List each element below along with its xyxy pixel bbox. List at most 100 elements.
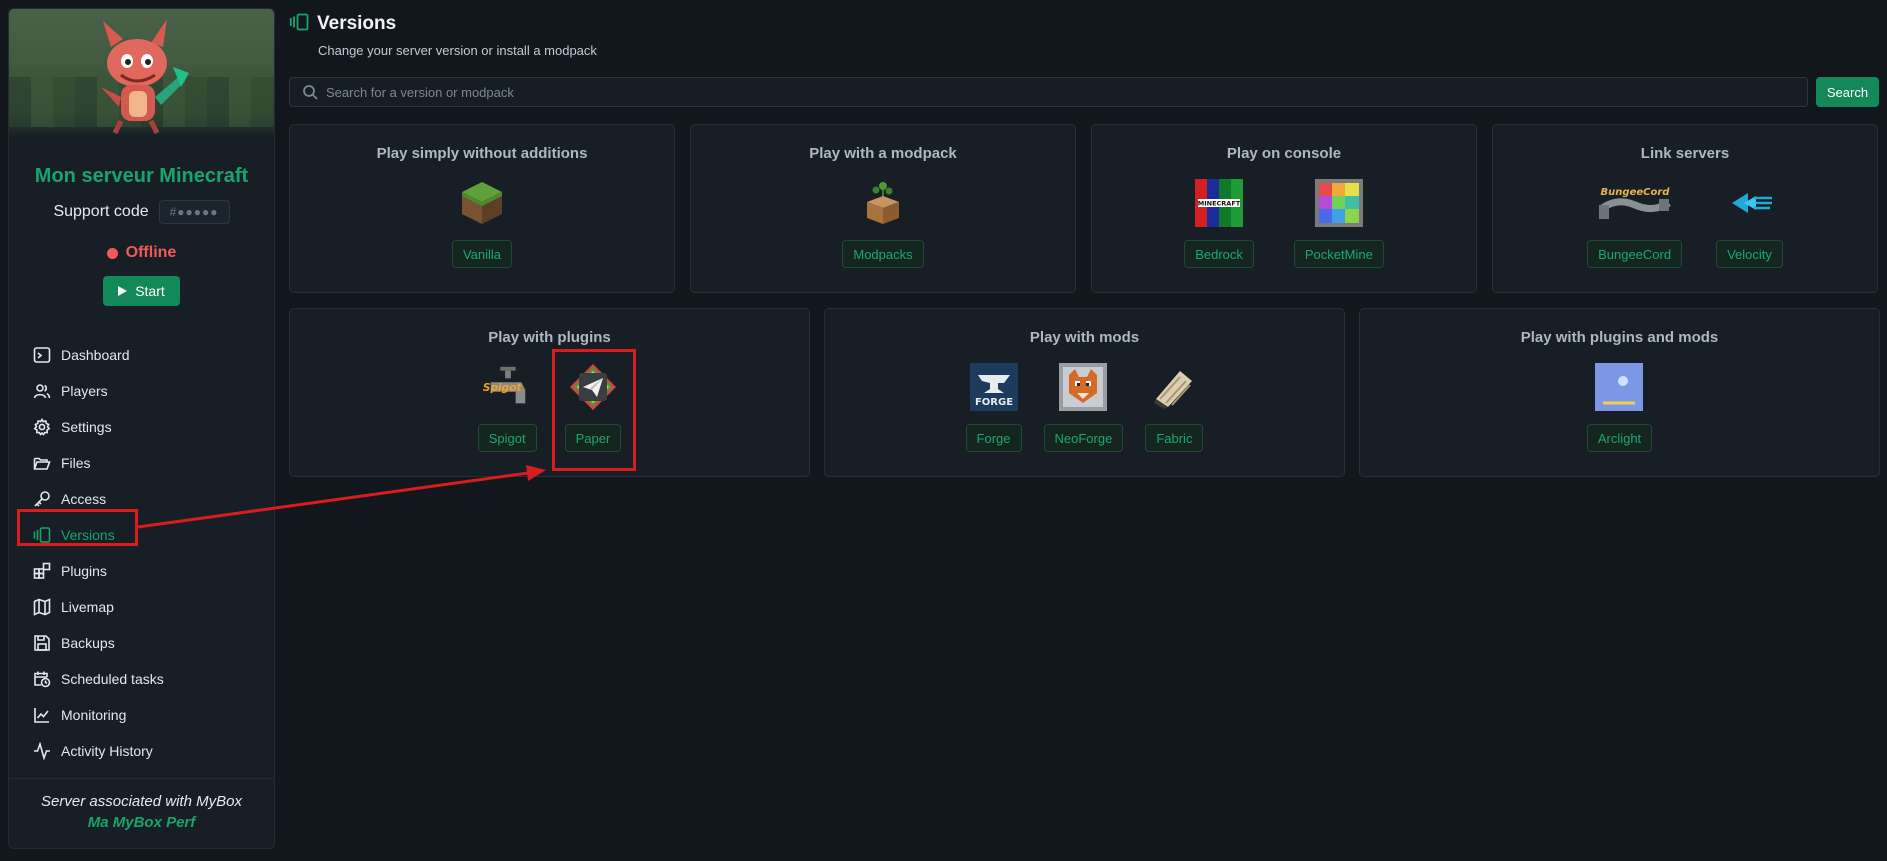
sidebar-item-versions[interactable]: Versions xyxy=(9,517,274,553)
card-title: Play with mods xyxy=(1029,329,1140,346)
option-label: Paper xyxy=(564,424,622,452)
support-code-row: Support code #●●●●● xyxy=(9,200,274,224)
card-vanilla: Play simply without additions Vanilla xyxy=(289,124,675,293)
card-plugins-and-mods: Play with plugins and mods Arclight xyxy=(1359,308,1880,477)
mybox-association-text: Server associated with MyBox xyxy=(41,793,242,810)
search-field[interactable] xyxy=(289,77,1808,107)
sidebar-item-dashboard[interactable]: Dashboard xyxy=(9,337,274,373)
sidebar-item-label: Versions xyxy=(61,527,115,543)
sidebar-item-settings[interactable]: Settings xyxy=(9,409,274,445)
mybox-link[interactable]: Ma MyBox Perf xyxy=(9,814,274,831)
terminal-icon xyxy=(33,346,51,364)
option-label: Modpacks xyxy=(842,240,924,268)
option-label: Arclight xyxy=(1586,424,1653,452)
option-label: Spigot xyxy=(477,424,537,452)
option-pocketmine[interactable]: PocketMine xyxy=(1293,179,1384,268)
spigot-logo-icon: Spigot xyxy=(483,363,531,411)
arclight-logo-icon xyxy=(1595,363,1644,411)
status-dot-icon xyxy=(106,247,118,259)
card-console: Play on console MINECRAFT Bedrock Pocket… xyxy=(1091,124,1477,293)
calendar-clock-icon xyxy=(33,670,51,688)
card-title: Play with a modpack xyxy=(809,145,957,162)
sidebar-item-label: Players xyxy=(61,383,108,399)
grass-block-icon xyxy=(458,179,506,227)
sidebar-item-livemap[interactable]: Livemap xyxy=(9,589,274,625)
chart-icon xyxy=(33,706,51,724)
card-title: Play simply without additions xyxy=(376,145,588,162)
card-title: Play with plugins xyxy=(488,329,611,346)
option-label: Bedrock xyxy=(1184,240,1254,268)
option-forge[interactable]: FORGE Forge xyxy=(965,363,1022,452)
neoforge-logo-icon xyxy=(1059,363,1108,411)
svg-text:BungeeCord: BungeeCord xyxy=(1600,187,1670,198)
sidebar-item-label: Settings xyxy=(61,419,112,435)
paper-logo-icon xyxy=(569,363,617,411)
gear-icon xyxy=(33,417,51,436)
card-plugins: Play with plugins Spigot Spigot Paper xyxy=(289,308,810,477)
status-label: Offline xyxy=(125,244,177,261)
svg-text:MINECRAFT: MINECRAFT xyxy=(1198,200,1241,208)
option-label: NeoForge xyxy=(1043,424,1124,452)
option-label: PocketMine xyxy=(1293,240,1384,268)
support-code-label: Support code xyxy=(53,203,149,220)
svg-text:Spigot: Spigot xyxy=(483,382,522,394)
sidebar-item-players[interactable]: Players xyxy=(9,373,274,409)
page-header: Versions xyxy=(289,12,396,36)
option-modpacks[interactable]: Modpacks xyxy=(842,179,924,268)
sidebar-item-label: Backups xyxy=(61,635,115,651)
key-icon xyxy=(33,490,51,508)
card-title: Play with plugins and mods xyxy=(1520,329,1719,346)
sidebar-item-scheduled-tasks[interactable]: Scheduled tasks xyxy=(9,661,274,697)
svg-text:FORGE: FORGE xyxy=(974,397,1012,408)
card-title: Play on console xyxy=(1226,145,1342,162)
sidebar-item-activity-history[interactable]: Activity History xyxy=(9,733,274,769)
option-label: Forge xyxy=(965,424,1022,452)
option-vanilla[interactable]: Vanilla xyxy=(451,179,513,268)
search-input[interactable] xyxy=(326,84,1726,100)
option-bungeecord[interactable]: BungeeCord BungeeCord xyxy=(1587,179,1683,268)
folder-icon xyxy=(33,454,51,472)
versions-icon xyxy=(289,12,309,36)
fabric-logo-icon xyxy=(1150,363,1198,411)
option-label: Fabric xyxy=(1145,424,1204,452)
sidebar-item-label: Dashboard xyxy=(61,347,130,363)
option-arclight[interactable]: Arclight xyxy=(1586,363,1653,452)
sidebar-item-monitoring[interactable]: Monitoring xyxy=(9,697,274,733)
start-button-label: Start xyxy=(135,283,165,299)
app: Mon serveur Minecraft Support code #●●●●… xyxy=(0,0,1887,861)
server-name: Mon serveur Minecraft xyxy=(34,165,249,187)
support-code-value[interactable]: #●●●●● xyxy=(158,200,230,224)
sidebar-item-files[interactable]: Files xyxy=(9,445,274,481)
box-plant-icon xyxy=(859,179,907,227)
dragon-mascot-icon xyxy=(101,19,189,135)
option-bedrock[interactable]: MINECRAFT Bedrock xyxy=(1184,179,1254,268)
sidebar-item-plugins[interactable]: Plugins xyxy=(9,553,274,589)
option-label: Velocity xyxy=(1716,240,1783,268)
option-label: Vanilla xyxy=(451,240,513,268)
start-button[interactable]: Start xyxy=(103,276,180,306)
server-status: Offline xyxy=(9,244,274,262)
page-subtitle: Change your server version or install a … xyxy=(318,43,597,58)
bedrock-logo-icon: MINECRAFT xyxy=(1195,179,1244,227)
option-label: BungeeCord xyxy=(1587,240,1683,268)
sidebar-item-label: Files xyxy=(61,455,91,471)
page-title: Versions xyxy=(317,13,397,34)
search-button[interactable]: Search xyxy=(1816,77,1879,107)
option-velocity[interactable]: Velocity xyxy=(1716,179,1783,268)
pocketmine-logo-icon xyxy=(1314,179,1363,227)
plugins-icon xyxy=(33,562,51,580)
option-paper[interactable]: Paper xyxy=(564,363,622,452)
velocity-logo-icon xyxy=(1726,179,1774,227)
play-icon xyxy=(118,286,128,296)
option-spigot[interactable]: Spigot Spigot xyxy=(477,363,537,452)
card-modpack: Play with a modpack Modpacks xyxy=(690,124,1076,293)
activity-icon xyxy=(33,741,51,761)
sidebar-item-label: Access xyxy=(61,491,107,507)
sidebar-item-backups[interactable]: Backups xyxy=(9,625,274,661)
option-fabric[interactable]: Fabric xyxy=(1145,363,1204,452)
sidebar-item-access[interactable]: Access xyxy=(9,481,274,517)
forge-logo-icon: FORGE xyxy=(969,363,1018,411)
sidebar-item-label: Plugins xyxy=(61,563,107,579)
card-mods: Play with mods FORGE Forge NeoForge Fabr… xyxy=(824,308,1345,477)
option-neoforge[interactable]: NeoForge xyxy=(1043,363,1124,452)
